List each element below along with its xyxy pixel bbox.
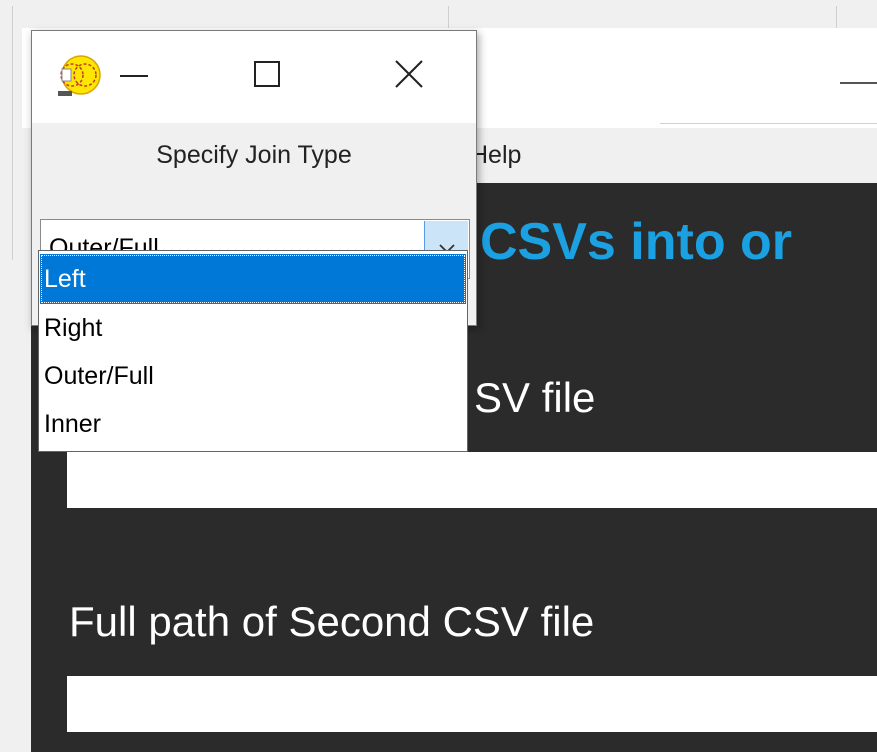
page-heading: CSVs into or (480, 213, 793, 271)
frame-divider (12, 6, 13, 260)
app-icon (58, 55, 101, 96)
second-csv-label: Full path of Second CSV file (69, 598, 595, 645)
option-left[interactable]: Left (40, 254, 466, 304)
second-csv-path-input[interactable] (67, 676, 877, 732)
first-csv-label: SV file (474, 374, 596, 421)
maximize-button[interactable] (254, 61, 280, 87)
main-window-minimize-button[interactable] (840, 82, 877, 84)
close-icon[interactable] (392, 57, 426, 91)
option-right[interactable]: Right (40, 303, 466, 353)
menu-item-help[interactable]: Help (470, 140, 521, 170)
join-type-prompt: Specify Join Type (156, 141, 352, 169)
option-inner[interactable]: Inner (40, 399, 466, 449)
titlebar-separator (660, 123, 877, 124)
first-csv-path-input[interactable] (67, 452, 877, 508)
panel-left-edge (22, 183, 31, 752)
minimize-button[interactable] (120, 75, 148, 77)
option-outer-full[interactable]: Outer/Full (40, 351, 466, 401)
join-type-options-list: Left Right Outer/Full Inner (38, 250, 468, 452)
dialog-titlebar (32, 31, 476, 123)
